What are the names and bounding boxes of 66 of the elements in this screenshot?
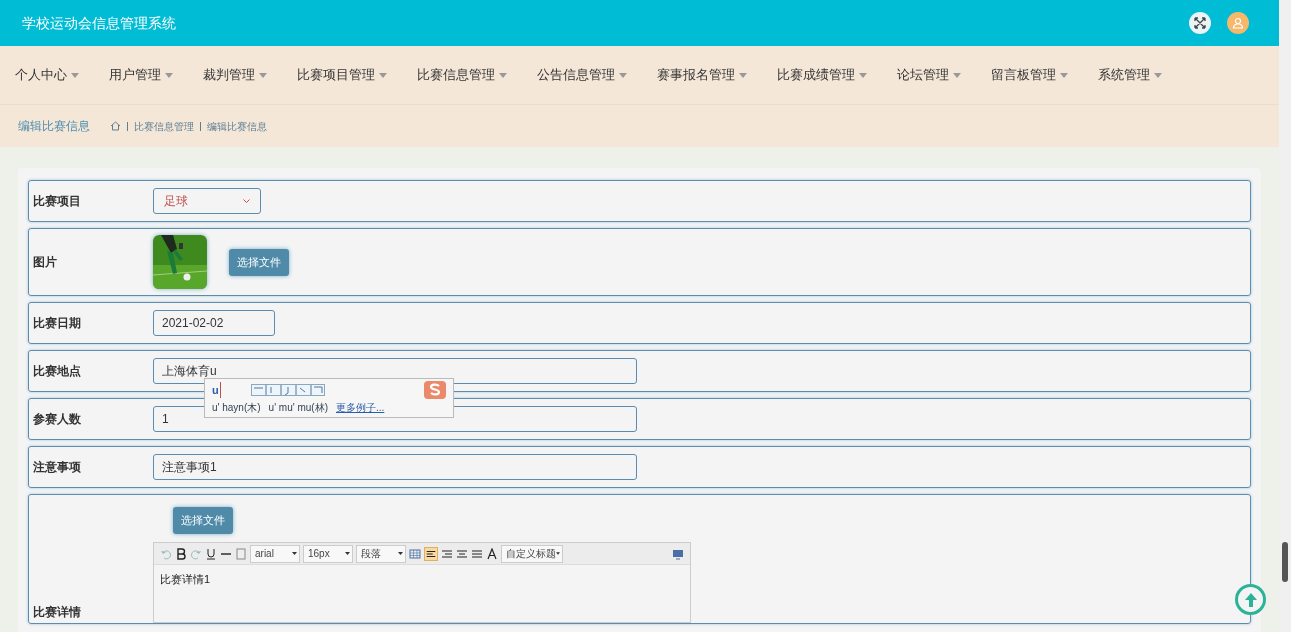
- breadcrumb-link[interactable]: 比赛信息管理: [134, 118, 194, 134]
- editor-content[interactable]: 比赛详情1: [154, 565, 690, 588]
- caret-icon: [1060, 72, 1068, 78]
- nav-menu-item[interactable]: 用户管理: [94, 46, 188, 104]
- user-icon: [1232, 17, 1244, 29]
- nav-menu-item[interactable]: 比赛成绩管理: [762, 46, 882, 104]
- nav-menu-item[interactable]: 系统管理: [1083, 46, 1177, 104]
- caret-icon: [165, 72, 173, 78]
- input-field[interactable]: 2021-02-02: [153, 310, 275, 336]
- fullscreen-button[interactable]: [1189, 12, 1211, 34]
- underline-icon[interactable]: [205, 547, 217, 560]
- nav-menu-item[interactable]: 比赛信息管理: [402, 46, 522, 104]
- caret-icon: [499, 72, 507, 78]
- up-arrow-icon: [1243, 591, 1258, 608]
- caret-icon: [398, 552, 403, 555]
- stroke-buttons-icon[interactable]: [250, 384, 325, 396]
- nav-menu-item[interactable]: 裁判管理: [188, 46, 282, 104]
- caret-icon: [292, 552, 297, 555]
- nav-menu-item[interactable]: 比赛项目管理: [282, 46, 402, 104]
- field-label: 比赛项目: [32, 193, 82, 210]
- font-size-dropdown[interactable]: 16px: [303, 544, 353, 563]
- align-center-icon[interactable]: [456, 547, 468, 560]
- scrollbar-thumb[interactable]: [1282, 542, 1288, 582]
- nav-menu-item[interactable]: 赛事报名管理: [642, 46, 762, 104]
- user-avatar[interactable]: [1227, 12, 1249, 34]
- caret-icon: [1154, 72, 1162, 78]
- align-right-icon[interactable]: [441, 547, 453, 560]
- paragraph-dropdown[interactable]: 段落: [356, 544, 406, 563]
- caret-icon: [739, 72, 747, 78]
- field-label: 参赛人数: [32, 411, 82, 428]
- app-title: 学校运动会信息管理系统: [22, 13, 176, 33]
- caret-icon: [619, 72, 627, 78]
- field-label: 比赛地点: [32, 363, 82, 380]
- caret-icon: [556, 552, 560, 555]
- select-field[interactable]: 足球: [153, 188, 261, 214]
- nav-menu-item[interactable]: 留言板管理: [976, 46, 1083, 104]
- field-label: 比赛详情: [32, 604, 82, 621]
- preview-icon[interactable]: [672, 547, 684, 560]
- choose-file-button[interactable]: 选择文件: [173, 507, 233, 534]
- caret-icon: [379, 72, 387, 78]
- field-label: 比赛日期: [32, 315, 82, 332]
- home-icon[interactable]: [110, 121, 121, 131]
- input-field[interactable]: 注意事项1: [153, 454, 637, 480]
- nav-menu-item[interactable]: 公告信息管理: [522, 46, 642, 104]
- align-left-icon[interactable]: [424, 546, 438, 561]
- caret-icon: [859, 72, 867, 78]
- caret-icon: [953, 72, 961, 78]
- bold-icon[interactable]: [175, 547, 187, 560]
- breadcrumb-link[interactable]: 编辑比赛信息: [207, 118, 267, 134]
- font-color-icon[interactable]: [486, 547, 498, 560]
- nav-menu-item[interactable]: 论坛管理: [882, 46, 976, 104]
- heading-dropdown[interactable]: 自定义标题: [501, 544, 563, 563]
- choose-file-button[interactable]: 选择文件: [229, 248, 289, 276]
- nav-menu-item[interactable]: 个人中心: [0, 46, 94, 104]
- font-dropdown[interactable]: arial: [250, 544, 300, 563]
- sogou-logo-icon: [424, 381, 446, 399]
- field-label: 图片: [32, 254, 58, 271]
- field-label: 注意事项: [32, 459, 82, 476]
- ime-input-text: u: [212, 381, 221, 399]
- caret-icon: [345, 552, 350, 555]
- caret-icon: [71, 72, 79, 78]
- page-title: 编辑比赛信息: [18, 118, 90, 135]
- expand-icon: [1194, 17, 1206, 29]
- caret-icon: [259, 72, 267, 78]
- chevron-down-icon: [243, 198, 250, 204]
- table-icon[interactable]: [409, 547, 421, 560]
